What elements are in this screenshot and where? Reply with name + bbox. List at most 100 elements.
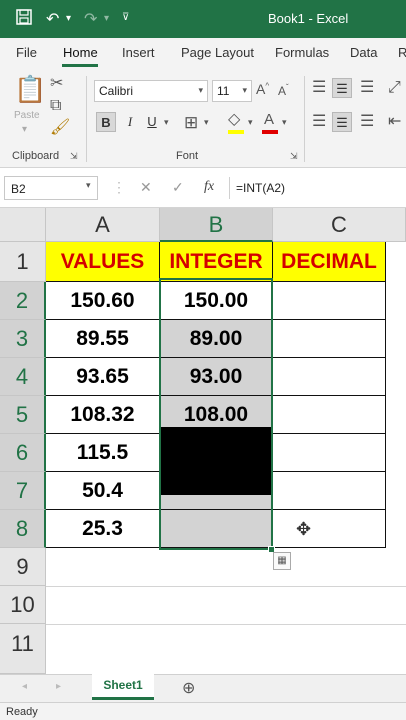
row-header-7[interactable]: 7 [0, 472, 46, 510]
align-bottom-icon[interactable]: ☰ [360, 80, 374, 96]
tab-file[interactable]: File [16, 45, 37, 60]
sheet-tab-sheet1[interactable]: Sheet1 [92, 674, 154, 700]
formula-bar-handle-icon: ⋮ [112, 179, 126, 195]
decimal-cell[interactable] [273, 358, 386, 396]
window-title: Book1 - Excel [268, 11, 349, 26]
value-cell[interactable]: 150.60 [46, 282, 160, 320]
decrease-font-icon[interactable]: Aˇ [278, 84, 289, 98]
align-center-button[interactable]: ☰ [332, 112, 352, 132]
row-header-9[interactable]: 9 [0, 548, 46, 586]
quick-analysis-icon[interactable]: ▦ [273, 552, 291, 570]
font-size-value: 11 [217, 84, 230, 98]
font-color-swatch [262, 130, 278, 134]
font-color-dropdown-icon[interactable]: ▾ [282, 118, 287, 127]
row-header-4[interactable]: 4 [0, 358, 46, 396]
check-icon[interactable]: ✓ [172, 179, 184, 196]
scroll-right-icon[interactable]: ▸ [56, 681, 61, 692]
tab-more[interactable]: R [398, 45, 406, 60]
decimal-cell[interactable] [273, 282, 386, 320]
save-icon[interactable] [16, 9, 32, 30]
column-header-b[interactable]: B [160, 208, 273, 242]
name-box[interactable]: B2 [4, 176, 98, 200]
tab-formulas[interactable]: Formulas [275, 45, 329, 60]
font-color-icon[interactable]: A [264, 112, 274, 127]
decimal-cell[interactable] [273, 396, 386, 434]
header-cell-decimal[interactable]: DECIMAL [273, 242, 386, 282]
ribbon-separator [304, 76, 305, 162]
row-header-3[interactable]: 3 [0, 320, 46, 358]
align-left-icon[interactable]: ☰ [312, 114, 326, 130]
formula-bar: B2 ▾ ⋮ ✕ ✓ fx =INT(A2) [0, 168, 406, 208]
row-header-10[interactable]: 10 [0, 586, 46, 624]
header-cell-integer[interactable]: INTEGER [160, 242, 273, 282]
tab-insert[interactable]: Insert [122, 45, 155, 60]
fill-dropdown-icon[interactable]: ▾ [248, 118, 253, 127]
row-header-2[interactable]: 2 [0, 282, 46, 320]
indent-icon[interactable]: ⇤ [388, 114, 401, 130]
undo-dropdown-icon[interactable]: ▾ [66, 13, 71, 24]
value-cell[interactable]: 108.32 [46, 396, 160, 434]
add-sheet-icon[interactable]: ⊕ [182, 678, 195, 698]
orientation-icon[interactable]: ⤢ [388, 80, 401, 96]
name-box-value: B2 [11, 182, 26, 196]
paste-icon[interactable]: 📋 [14, 76, 46, 102]
value-cell[interactable]: 50.4 [46, 472, 160, 510]
align-middle-button[interactable]: ☰ [332, 78, 352, 98]
row-header-8[interactable]: 8 [0, 510, 46, 548]
column-header-a[interactable]: A [46, 208, 160, 242]
value-cell[interactable]: 89.55 [46, 320, 160, 358]
tab-data[interactable]: Data [350, 45, 377, 60]
selection-outline [159, 278, 273, 550]
font-size-select[interactable]: 11 ▾ [212, 80, 252, 102]
borders-icon[interactable]: ⊞ [184, 114, 198, 131]
value-cell[interactable]: 115.5 [46, 434, 160, 472]
decimal-cell[interactable] [273, 320, 386, 358]
row-header-6[interactable]: 6 [0, 434, 46, 472]
column-header-c[interactable]: C [273, 208, 406, 242]
status-text: Ready [6, 706, 38, 718]
clipboard-launcher-icon[interactable]: ⇲ [70, 152, 78, 161]
decimal-cell[interactable] [273, 472, 386, 510]
scroll-left-icon[interactable]: ◂ [22, 681, 27, 692]
font-name-select[interactable]: Calibri ▾ [94, 80, 208, 102]
undo-icon[interactable]: ↶ [46, 9, 59, 29]
name-box-dropdown-icon[interactable]: ▾ [86, 180, 91, 191]
bold-button[interactable]: B [96, 112, 116, 132]
tab-page-layout[interactable]: Page Layout [181, 45, 254, 60]
underline-button[interactable]: U [142, 112, 162, 132]
paste-label: Paste [14, 110, 40, 121]
cut-icon[interactable]: ✂ [50, 76, 63, 92]
value-cell[interactable]: 93.65 [46, 358, 160, 396]
row-header-11[interactable]: 11 [0, 624, 46, 674]
copy-icon[interactable]: ⧉ [50, 98, 61, 114]
align-right-icon[interactable]: ☰ [360, 114, 374, 130]
underline-dropdown-icon[interactable]: ▾ [164, 118, 169, 127]
title-bar: ↶ ▾ ↷ ▾ ⊽ Book1 - Excel [0, 0, 406, 38]
gridline [46, 586, 406, 587]
font-launcher-icon[interactable]: ⇲ [290, 152, 298, 161]
italic-button[interactable]: I [120, 112, 140, 132]
format-painter-icon[interactable]: 🖌 [50, 120, 70, 136]
font-group-label: Font [176, 150, 199, 162]
value-cell[interactable]: 25.3 [46, 510, 160, 548]
insert-function-icon[interactable]: fx [204, 179, 214, 195]
cursor-icon: ✥ [296, 519, 312, 539]
align-top-icon[interactable]: ☰ [312, 80, 326, 96]
font-name-value: Calibri [99, 84, 134, 98]
paste-dropdown-icon[interactable]: ▾ [22, 124, 27, 135]
tab-home[interactable]: Home [63, 45, 98, 60]
cancel-icon[interactable]: ✕ [140, 179, 152, 196]
decimal-cell[interactable] [273, 434, 386, 472]
customize-qat-icon[interactable]: ⊽ [122, 12, 129, 23]
header-cell-values[interactable]: VALUES [46, 242, 160, 282]
formula-input[interactable]: =INT(A2) [229, 177, 403, 199]
redo-icon[interactable]: ↷ [84, 9, 97, 29]
decimal-cell[interactable] [273, 510, 386, 548]
row-header-1[interactable]: 1 [0, 242, 46, 282]
redo-dropdown-icon[interactable]: ▾ [104, 13, 109, 24]
borders-dropdown-icon[interactable]: ▾ [204, 118, 209, 127]
fill-color-icon[interactable]: ◇ [228, 112, 240, 128]
select-all-corner[interactable] [0, 208, 46, 242]
row-header-5[interactable]: 5 [0, 396, 46, 434]
increase-font-icon[interactable]: A^ [256, 82, 269, 96]
